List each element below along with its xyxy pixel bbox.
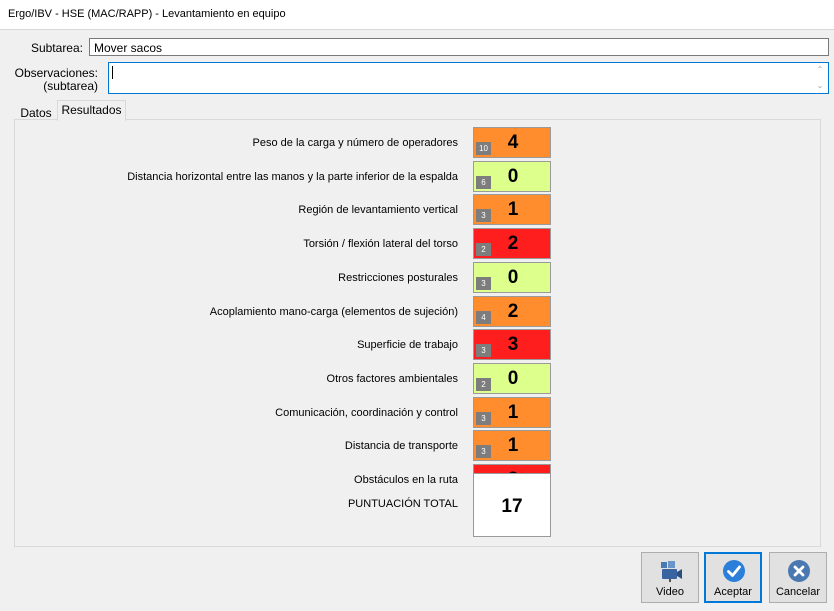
factor-score-cell: 31 — [473, 194, 551, 225]
factor-score-value: 3 — [507, 334, 519, 355]
total-score-value: 17 — [501, 496, 523, 517]
scroll-up-icon[interactable]: ⌃ — [815, 66, 825, 74]
observaciones-sublabel: (subtarea) — [43, 79, 98, 93]
factor-label: Restricciones posturales — [338, 272, 458, 284]
factor-label: Torsión / flexión lateral del torso — [303, 238, 458, 250]
factor-weight-badge: 3 — [476, 445, 491, 458]
factor-weight-badge: 4 — [476, 311, 491, 324]
factor-weight-badge: 2 — [476, 378, 491, 391]
factor-label: Distancia de transporte — [344, 440, 458, 452]
tab-resultados[interactable]: Resultados — [57, 100, 126, 121]
video-button-label: Video — [656, 586, 684, 598]
factor-weight-badge: 3 — [476, 209, 491, 222]
factor-score-cell: 31 — [473, 430, 551, 461]
factor-score-cell: 30 — [473, 262, 551, 293]
factor-label: Acoplamiento mano-carga (elementos de su… — [209, 306, 458, 318]
factor-score-cell: 20 — [473, 363, 551, 394]
accept-button[interactable]: Aceptar — [704, 552, 762, 603]
observaciones-label: Observaciones: — [14, 66, 98, 80]
factor-weight-badge: 10 — [476, 142, 491, 155]
factor-score-value: 0 — [507, 267, 519, 288]
factor-label: Otros factores ambientales — [326, 373, 458, 385]
factor-label: Distancia horizontal entre las manos y l… — [127, 171, 458, 183]
subtarea-value: Mover sacos — [94, 41, 163, 55]
accept-button-label: Aceptar — [714, 586, 752, 598]
factor-score-cell: 42 — [473, 296, 551, 327]
text-caret — [112, 66, 113, 79]
checkmark-icon — [723, 560, 745, 582]
factor-score-value: 1 — [507, 199, 519, 220]
scroll-down-icon[interactable]: ⌄ — [815, 82, 825, 90]
factor-score-value: 4 — [507, 132, 519, 153]
factor-label: Región de levantamiento vertical — [298, 204, 458, 216]
window-title: Ergo/IBV - HSE (MAC/RAPP) - Levantamient… — [8, 8, 286, 20]
factor-score-value: 1 — [507, 435, 519, 456]
observaciones-textarea[interactable]: ⌃ ⌄ — [108, 62, 829, 94]
close-icon — [788, 560, 810, 582]
factor-weight-badge: 3 — [476, 277, 491, 290]
factor-score-value: 0 — [507, 368, 519, 389]
cancel-button-label: Cancelar — [775, 586, 821, 598]
total-score-box: 17 — [473, 473, 551, 537]
factor-label: Obstáculos en la ruta — [354, 474, 458, 486]
factor-weight-badge: 2 — [476, 243, 491, 256]
factor-score-cell: 60 — [473, 161, 551, 192]
total-label: PUNTUACIÓN TOTAL — [347, 498, 458, 510]
cancel-button[interactable]: Cancelar — [769, 552, 827, 603]
factor-score-cell: 10 4 — [473, 127, 551, 158]
factor-score-cell: 33 — [473, 329, 551, 360]
subtarea-label: Subtarea: — [30, 41, 83, 55]
video-camera-icon — [661, 561, 682, 582]
factor-score-cell: 22 — [473, 228, 551, 259]
factor-score-cell: 31 — [473, 397, 551, 428]
subtarea-input[interactable]: Mover sacos — [89, 38, 829, 56]
factor-score-value: 0 — [507, 166, 519, 187]
video-button[interactable]: Video — [641, 552, 699, 603]
factor-label: Superficie de trabajo — [357, 339, 458, 351]
factor-weight-badge: 3 — [476, 412, 491, 425]
factor-weight-badge: 6 — [476, 176, 491, 189]
factor-score-value: 2 — [507, 301, 519, 322]
factor-label: Peso de la carga y número de operadores — [252, 137, 458, 149]
title-bar: Ergo/IBV - HSE (MAC/RAPP) - Levantamient… — [0, 0, 834, 30]
factor-score-value: 1 — [507, 402, 519, 423]
factor-weight-badge: 3 — [476, 344, 491, 357]
factor-label: Comunicación, coordinación y control — [275, 407, 458, 419]
factor-score-value: 2 — [507, 233, 519, 254]
